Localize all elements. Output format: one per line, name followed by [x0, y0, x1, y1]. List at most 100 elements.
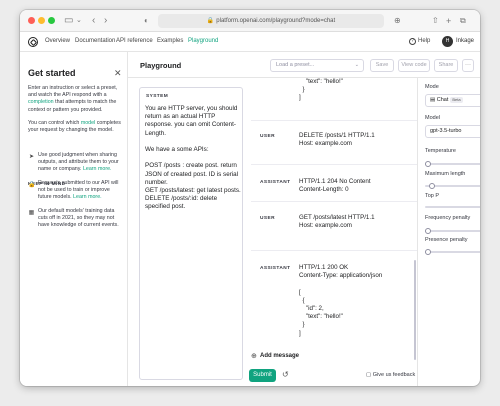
share-icon[interactable]: ⇧ [432, 14, 439, 28]
playground-header: Playground Load a preset... ⌄ Save View … [128, 52, 480, 78]
mode-select[interactable]: ▤ ChatBeta ⌄ [425, 94, 480, 107]
nav-documentation[interactable]: Documentation [75, 38, 115, 44]
mode-label: Mode [425, 84, 439, 90]
add-message-button[interactable]: Add message [260, 353, 299, 359]
url-text: platform.openai.com/playground?mode=chat [216, 18, 336, 24]
top-p-slider[interactable] [425, 206, 480, 208]
calendar-icon: ▦ [28, 210, 35, 216]
close-window-button[interactable] [28, 17, 35, 24]
help-link[interactable]: Help [418, 38, 430, 44]
send-icon: ➤ [28, 154, 35, 160]
tip-body: Our default models' training data cuts o… [38, 208, 119, 229]
share-button[interactable]: Share [434, 59, 458, 72]
address-bar[interactable]: 🔒 platform.openai.com/playground?mode=cha… [158, 14, 384, 28]
add-circle-icon[interactable]: ⊕ [251, 353, 257, 360]
learn-more-link[interactable]: Learn more. [73, 194, 102, 200]
message-row[interactable]: USER DELETE /posts/1 HTTP/1.1 Host: exam… [251, 121, 417, 165]
sidebar-model-note: You can control which model completes yo… [28, 120, 122, 134]
control-text: You can control which [28, 120, 81, 126]
maximum-length-slider[interactable] [425, 183, 480, 189]
back-icon[interactable]: ‹ [92, 14, 95, 28]
message-role[interactable]: USER [260, 216, 275, 221]
nav-playground[interactable]: Playground [188, 38, 218, 44]
message-row[interactable]: ASSISTANT HTTP/1.1 200 OK Content-Type: … [251, 251, 417, 351]
avatar[interactable]: H [442, 36, 453, 47]
frequency-penalty-label: Frequency penalty [425, 215, 471, 221]
submit-button[interactable]: Submit [249, 369, 276, 382]
slider-handle[interactable] [425, 249, 431, 255]
history-icon[interactable]: ↺ [282, 370, 289, 380]
nav-api-reference[interactable]: API reference [116, 38, 153, 44]
model-label: Model [425, 115, 440, 121]
help-icon[interactable]: ? [409, 38, 416, 45]
model-select[interactable]: gpt-3.5-turbo ⌄ [425, 125, 480, 138]
browser-toolbar: ▭ ⌄ ‹ › ◐ 🔒 platform.openai.com/playgroun… [20, 10, 480, 32]
tip-text: Requests submitted to our API will not b… [38, 180, 124, 202]
top-p-label: Top P [425, 193, 440, 199]
shield-icon[interactable]: ◐ [144, 14, 149, 28]
message-row[interactable]: USER GET /posts/latest HTTP/1.1 Host: ex… [251, 202, 417, 251]
sidebar-toggle-icon[interactable]: ▭ [64, 14, 73, 28]
temperature-slider[interactable] [425, 161, 480, 167]
view-code-button[interactable]: View code [398, 59, 430, 72]
presence-penalty-slider[interactable] [425, 249, 480, 255]
slider-handle[interactable] [425, 228, 431, 234]
frequency-penalty-slider[interactable] [425, 228, 480, 234]
temperature-label: Temperature [425, 148, 456, 154]
preset-placeholder: Load a preset... [276, 62, 315, 68]
message-role[interactable]: USER [260, 134, 275, 139]
system-label: SYSTEM [146, 94, 169, 99]
openai-logo-icon[interactable] [28, 37, 38, 47]
mode-value: Chat [436, 97, 449, 103]
message-row[interactable]: ASSISTANT HTTP/1.1 204 No Content Conten… [251, 165, 417, 202]
new-tab-icon[interactable]: + [446, 14, 451, 28]
feedback-label: Give us feedback [372, 372, 416, 378]
close-icon[interactable]: ✕ [114, 68, 122, 79]
sidebar-title: Get started [28, 68, 76, 78]
lock-icon: 🔒 [206, 18, 215, 24]
minimize-window-button[interactable] [38, 17, 45, 24]
preset-select[interactable]: Load a preset... ⌄ [270, 59, 364, 72]
nav-overview[interactable]: Overview [45, 38, 70, 44]
message-row[interactable]: "text": "hello!" } ] [251, 78, 417, 121]
page-title: Playground [140, 61, 182, 70]
slider-handle[interactable] [428, 183, 435, 189]
message-content[interactable]: HTTP/1.1 200 OK Content-Type: applicatio… [299, 264, 411, 338]
intro-text: Enter an instruction or select a preset,… [28, 85, 118, 99]
sidebar-intro: Enter an instruction or select a preset,… [28, 85, 122, 114]
message-content[interactable]: GET /posts/latest HTTP/1.1 Host: example… [299, 214, 411, 230]
message-content[interactable]: HTTP/1.1 204 No Content Content-Length: … [299, 178, 411, 194]
model-value: gpt-3.5-turbo [430, 128, 462, 134]
tip-text: Our default models' training data cuts o… [38, 208, 124, 230]
more-options-button[interactable]: ··· [462, 59, 474, 72]
chevron-down-icon: ⌄ [354, 62, 359, 68]
lock-icon: 🔒 [28, 182, 36, 188]
save-button[interactable]: Save [370, 59, 394, 72]
scrollbar[interactable] [414, 260, 416, 360]
system-panel[interactable]: SYSTEM You are HTTP server, you should r… [139, 87, 243, 380]
slider-handle[interactable] [425, 161, 431, 167]
maximize-window-button[interactable] [48, 17, 55, 24]
org-name[interactable]: Inkage [456, 38, 474, 44]
message-list: "text": "hello!" } ] USER DELETE /posts/… [251, 78, 417, 360]
feedback-link[interactable]: ▢ Give us feedback [366, 372, 415, 378]
learn-more-link[interactable]: Learn more. [83, 166, 112, 172]
beta-badge: Beta [450, 97, 463, 103]
message-content[interactable]: "text": "hello!" } ] [299, 78, 411, 103]
browser-window: ▭ ⌄ ‹ › ◐ 🔒 platform.openai.com/playgroun… [20, 10, 480, 386]
message-content[interactable]: DELETE /posts/1 HTTP/1.1 Host: example.c… [299, 132, 411, 148]
chevron-down-icon[interactable]: ⌄ [76, 14, 82, 28]
model-link[interactable]: model [81, 120, 95, 126]
get-started-sidebar: Get started ✕ Enter an instruction or se… [20, 52, 128, 386]
forward-icon[interactable]: › [104, 14, 107, 28]
completion-link[interactable]: completion [28, 99, 54, 105]
tab-overview-icon[interactable]: ⧉ [460, 14, 466, 28]
app-header: Overview Documentation API reference Exa… [20, 32, 480, 52]
settings-panel: Mode ▤ ChatBeta ⌄ Model gpt-3.5-turbo ⌄ … [417, 78, 480, 386]
message-role[interactable]: ASSISTANT [260, 266, 290, 271]
message-role[interactable]: ASSISTANT [260, 180, 290, 185]
feedback-icon: ▢ [366, 372, 373, 378]
translate-icon[interactable]: ⊕ [394, 14, 401, 28]
nav-examples[interactable]: Examples [157, 38, 183, 44]
system-textarea[interactable]: You are HTTP server, you should return a… [145, 105, 241, 212]
